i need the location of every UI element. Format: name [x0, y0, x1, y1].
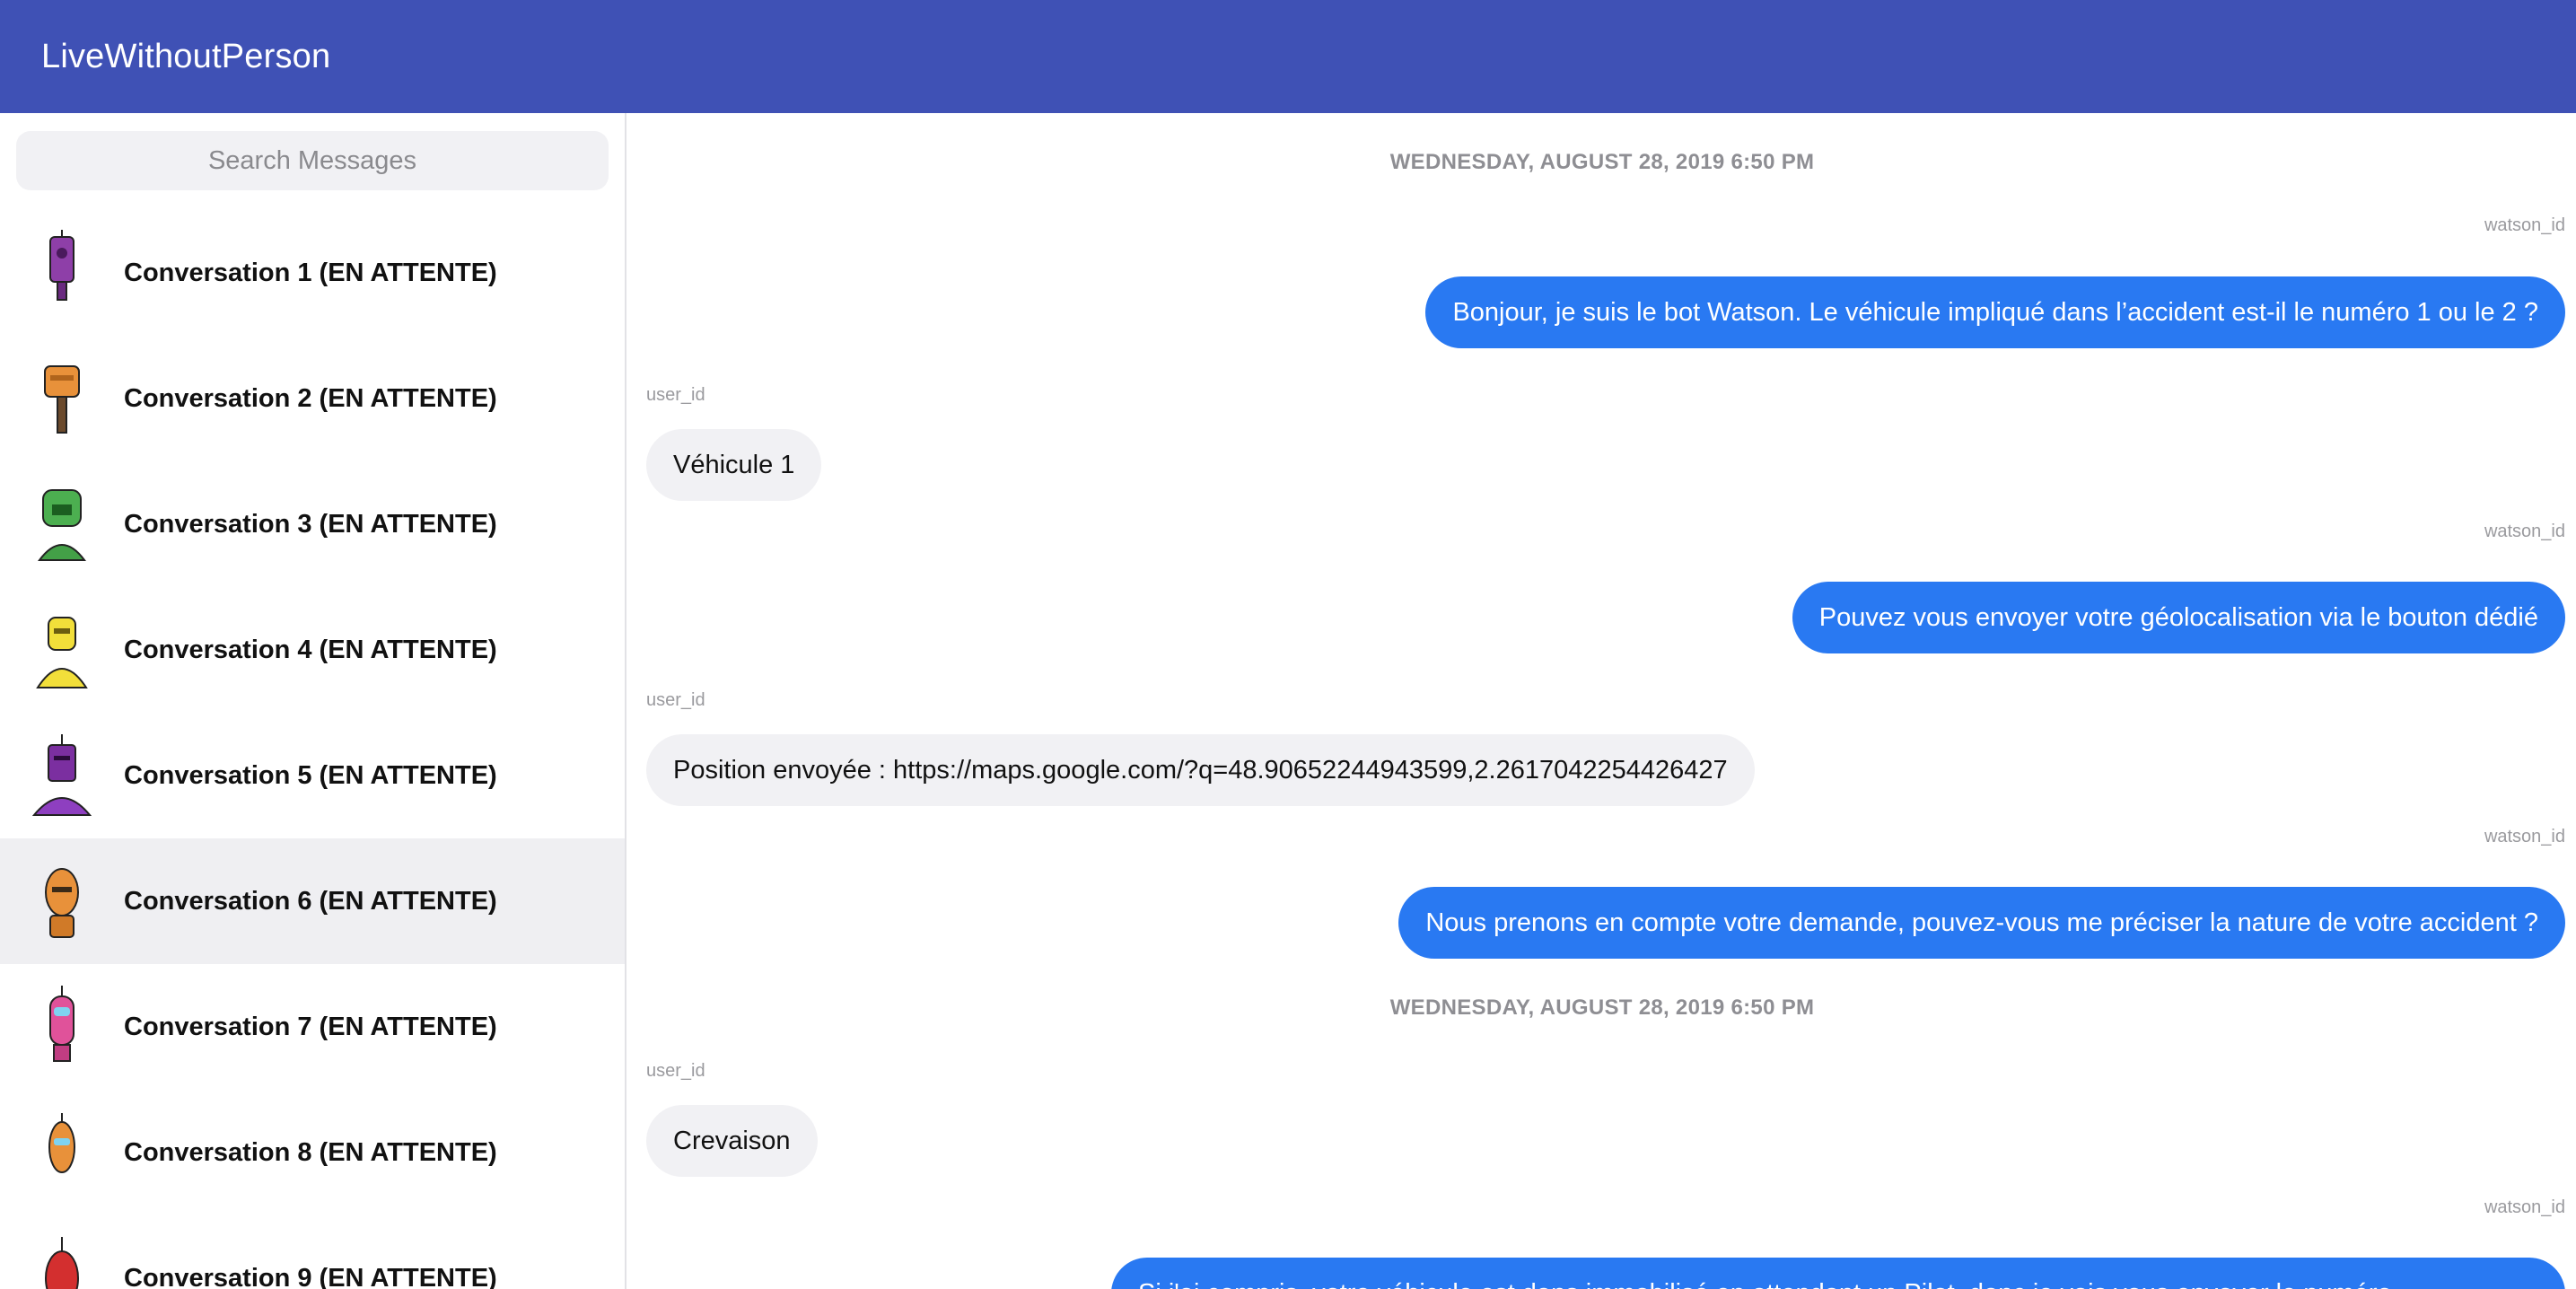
conversation-item-1[interactable]: Conversation 1 (EN ATTENTE): [0, 210, 625, 336]
conversation-item-4[interactable]: Conversation 4 (EN ATTENTE): [0, 587, 625, 713]
chat-panel: WEDNESDAY, AUGUST 28, 2019 6:50 PM watso…: [628, 113, 2576, 1289]
conversation-item-6[interactable]: Conversation 6 (EN ATTENTE): [0, 838, 625, 964]
message-bubble-bot: Bonjour, je suis le bot Watson. Le véhic…: [1425, 276, 2565, 348]
conversation-label: Conversation 3 (EN ATTENTE): [124, 509, 497, 539]
conversation-sidebar: Conversation 1 (EN ATTENTE) Conversation…: [0, 113, 626, 1289]
conversation-item-8[interactable]: Conversation 8 (EN ATTENTE): [0, 1090, 625, 1215]
conversation-label: Conversation 4 (EN ATTENTE): [124, 635, 497, 664]
red-robot-icon: [45, 1237, 79, 1289]
message-bubble-bot: Pouvez vous envoyer votre géolocalisatio…: [1792, 582, 2565, 653]
sender-label: watson_id: [2484, 215, 2565, 235]
conversation-label: Conversation 1 (EN ATTENTE): [124, 258, 497, 287]
sender-label: watson_id: [2484, 522, 2565, 541]
message-bubble-bot: Nous prenons en compte votre demande, po…: [1398, 887, 2565, 959]
app-title: LiveWithoutPerson: [41, 37, 331, 75]
conversation-item-9[interactable]: Conversation 9 (EN ATTENTE): [0, 1215, 625, 1289]
orange-robot-icon: [44, 365, 80, 434]
green-robot-icon: [38, 489, 86, 561]
date-separator: WEDNESDAY, AUGUST 28, 2019 6:50 PM: [1389, 995, 1815, 1020]
search-messages-input[interactable]: [16, 131, 609, 190]
message-bubble-user: Véhicule 1: [646, 429, 822, 501]
conversation-label: Conversation 8 (EN ATTENTE): [124, 1137, 497, 1167]
conversation-item-7[interactable]: Conversation 7 (EN ATTENTE): [0, 964, 625, 1090]
message-bubble-user: Position envoyée : https://maps.google.c…: [646, 734, 1755, 806]
orange-robot-icon: [48, 1113, 75, 1173]
conversation-list: Conversation 1 (EN ATTENTE) Conversation…: [0, 210, 625, 1289]
date-separator: WEDNESDAY, AUGUST 28, 2019 6:50 PM: [1389, 150, 1815, 174]
conversation-item-2[interactable]: Conversation 2 (EN ATTENTE): [0, 336, 625, 461]
yellow-robot-icon: [36, 617, 88, 688]
app-bar: LiveWithoutPerson: [0, 0, 2576, 113]
sender-label: user_id: [646, 385, 705, 405]
sender-label: user_id: [646, 1061, 705, 1081]
pink-robot-icon: [49, 986, 74, 1062]
sender-label: watson_id: [2484, 827, 2565, 846]
message-bubble-bot: Si j'ai compris, votre véhicule est dans…: [1111, 1258, 2565, 1289]
purple-robot-icon: [49, 230, 74, 301]
conversation-label: Conversation 5 (EN ATTENTE): [124, 760, 497, 790]
sender-label: user_id: [646, 690, 705, 710]
conversation-item-5[interactable]: Conversation 5 (EN ATTENTE): [0, 713, 625, 838]
message-bubble-user: Crevaison: [646, 1105, 818, 1177]
conversation-label: Conversation 2 (EN ATTENTE): [124, 383, 497, 413]
conversation-label: Conversation 6 (EN ATTENTE): [124, 886, 497, 916]
conversation-label: Conversation 9 (EN ATTENTE): [124, 1263, 497, 1289]
conversation-item-3[interactable]: Conversation 3 (EN ATTENTE): [0, 461, 625, 587]
orange-robot-icon: [45, 868, 79, 938]
sender-label: watson_id: [2484, 1197, 2565, 1217]
conversation-label: Conversation 7 (EN ATTENTE): [124, 1012, 497, 1041]
violet-robot-icon: [31, 734, 92, 816]
